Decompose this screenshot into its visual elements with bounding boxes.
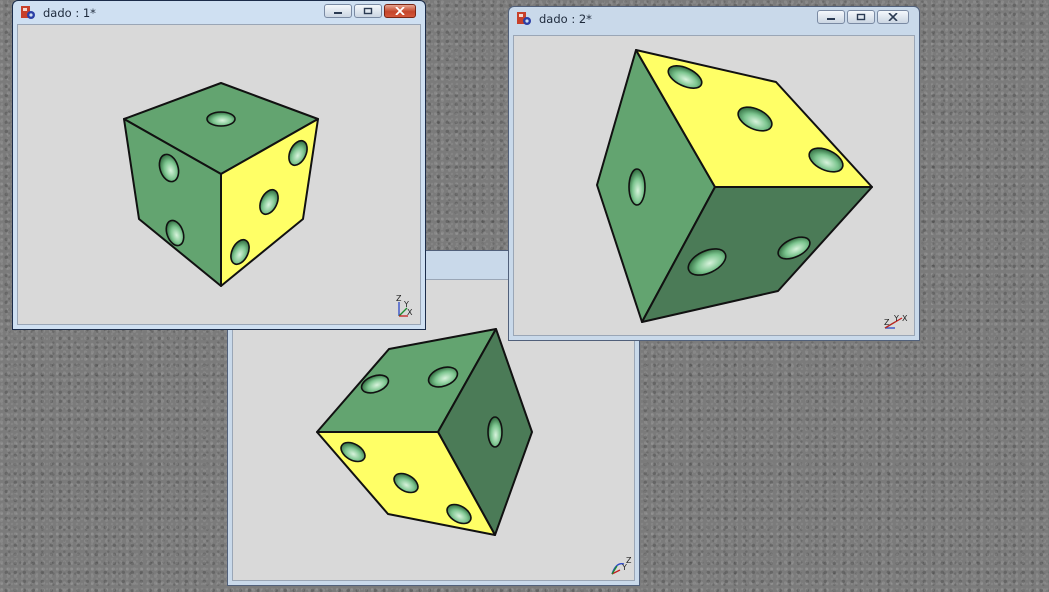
die-pip [628,168,646,206]
gear-app-icon [21,6,35,19]
minimize-icon [334,12,342,14]
axis-triad-icon: Y Z [611,556,632,575]
axis-triad-icon: Z Y X [396,294,413,317]
close-icon [888,13,898,21]
close-button[interactable] [877,10,909,24]
window-title: dado : 1* [43,6,96,20]
svg-text:X: X [407,308,413,317]
die-model[interactable] [18,25,422,326]
svg-text:Z: Z [626,556,632,565]
die-model[interactable] [514,36,916,337]
maximize-icon [363,7,373,15]
svg-text:Y: Y [893,314,899,323]
close-icon [395,7,405,15]
3d-viewport[interactable]: Z Y X [513,35,915,336]
maximize-button[interactable] [847,10,875,24]
minimize-button[interactable] [324,4,352,18]
svg-text:Z: Z [396,294,402,303]
die-pip [206,111,236,127]
svg-text:X: X [902,314,908,323]
window-title: dado : 2* [539,12,592,26]
3d-viewport[interactable]: Z Y X [17,24,421,325]
window-titlebar[interactable]: dado : 2* [509,7,919,31]
window-dado-2[interactable]: dado : 2* Z Y X [508,6,920,341]
minimize-button[interactable] [817,10,845,24]
die-pip [487,416,503,448]
axis-triad-icon: Z Y X [884,314,908,329]
maximize-button[interactable] [354,4,382,18]
svg-text:Z: Z [884,318,890,327]
window-dado-1[interactable]: dado : 1* Z Y X [12,0,426,330]
close-button[interactable] [384,4,416,18]
window-titlebar[interactable]: dado : 1* [13,1,425,25]
gear-app-icon [517,12,531,25]
minimize-icon [827,18,835,20]
maximize-icon [856,13,866,21]
